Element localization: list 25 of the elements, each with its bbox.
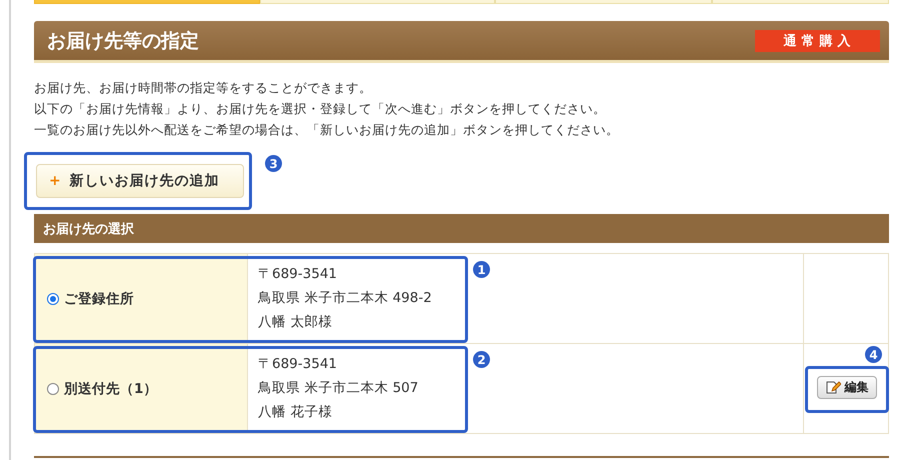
section-header: お届け先の選択 xyxy=(34,214,889,243)
edit-button[interactable]: 編集 xyxy=(817,376,877,399)
callout-number: 4 xyxy=(865,346,882,363)
address-text: 鳥取県 米子市二本木 498-2 xyxy=(258,289,432,308)
purchase-type-badge: 通常購入 xyxy=(755,30,880,52)
radio-button[interactable] xyxy=(47,382,59,394)
radio-button[interactable] xyxy=(47,292,59,304)
postal-code: 〒689-3541 xyxy=(258,265,337,284)
address-label-cell[interactable]: 別送付先（1） xyxy=(34,344,248,433)
address-label-cell[interactable]: ご登録住所 xyxy=(34,254,248,343)
address-label: ご登録住所 xyxy=(64,290,134,308)
edit-icon xyxy=(826,380,840,394)
intro-text: 以下の「お届け先情報」より、お届け先を選択・登録して「次へ進む」ボタンを押してください。 xyxy=(34,100,607,118)
recipient-name: 八幡 太郎様 xyxy=(258,313,332,332)
intro-text: 一覧のお届け先以外へ配送をご希望の場合は、「新しいお届け先の追加」ボタンを押してください。 xyxy=(34,121,620,139)
page-title: お届け先等の指定 xyxy=(47,28,199,54)
callout-number: 2 xyxy=(473,351,490,368)
postal-code: 〒689-3541 xyxy=(258,355,337,374)
address-text: 鳥取県 米子市二本木 507 xyxy=(258,379,418,398)
address-label: 別送付先（1） xyxy=(64,380,158,398)
recipient-name: 八幡 花子様 xyxy=(258,403,332,422)
add-address-button[interactable]: + 新しいお届け先の追加 xyxy=(36,164,244,198)
callout-number: 3 xyxy=(265,155,282,172)
callout-number: 1 xyxy=(473,261,490,278)
intro-text: お届け先、お届け時間帯の指定等をすることができます。 xyxy=(34,79,373,97)
